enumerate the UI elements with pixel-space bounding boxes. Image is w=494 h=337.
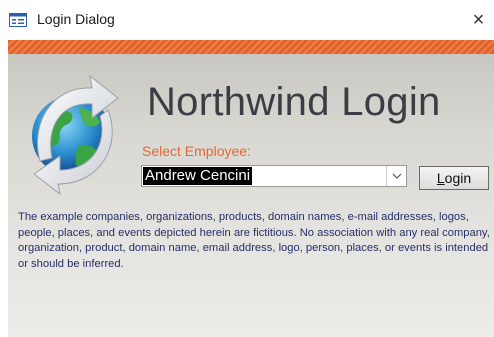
- employee-label: Select Employee:: [142, 143, 251, 159]
- login-accelerator: L: [436, 170, 445, 186]
- close-button[interactable]: ×: [463, 4, 494, 36]
- login-label: ogin: [444, 170, 472, 186]
- chevron-down-icon: [392, 173, 401, 179]
- form-window-icon: [9, 13, 27, 27]
- header-stripe: [8, 40, 494, 54]
- disclaimer-text: The example companies, organizations, pr…: [18, 211, 490, 270]
- close-icon: ×: [472, 9, 485, 31]
- dropdown-button[interactable]: [386, 166, 406, 186]
- login-button[interactable]: Login: [419, 166, 489, 190]
- employee-select[interactable]: Andrew Cencini: [141, 165, 407, 187]
- employee-selected-value: Andrew Cencini: [143, 167, 253, 185]
- title-bar: Login Dialog ×: [0, 0, 494, 40]
- page-title: Northwind Login: [147, 80, 441, 124]
- window-title: Login Dialog: [37, 11, 115, 27]
- globe-refresh-icon: [20, 66, 132, 196]
